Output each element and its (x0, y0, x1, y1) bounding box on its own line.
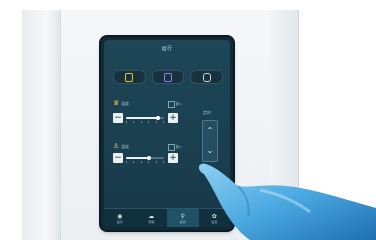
control-1-value: 0~ (168, 101, 182, 108)
mode-selector (113, 70, 224, 84)
control-2-label: 湿度 (121, 144, 129, 149)
cup-icon (202, 72, 211, 82)
control-1-slider[interactable] (126, 116, 164, 120)
screen-title: 运行 (161, 46, 173, 52)
mode-2-button[interactable] (151, 70, 185, 84)
square-icon (164, 72, 172, 82)
nav-item-3-label: 模式 (179, 219, 186, 224)
control-1-minus-button[interactable]: − (113, 113, 123, 123)
control-2-value-text: 0~ (176, 144, 182, 150)
control-2-value: 0~ (168, 144, 182, 151)
nav-item-2[interactable]: ☁ 智能 (136, 209, 168, 227)
control-1-label: 温度 (121, 101, 129, 106)
value-box-icon (168, 101, 175, 108)
anchor-icon: ⚓ (113, 142, 120, 150)
cloud-icon: ☁ (148, 212, 155, 220)
gloved-hand (198, 163, 376, 240)
control-1-slider-fill (126, 117, 159, 119)
control-2-plus-button[interactable]: + (168, 153, 178, 163)
faucet-icon: ⚲ (180, 212, 185, 220)
control-1-value-text: 0~ (176, 101, 182, 107)
moon-icon (125, 72, 134, 82)
up-down-stepper: ⌃ ⌄ (202, 120, 218, 162)
mode-1-button[interactable] (113, 70, 146, 84)
control-2-ticks (126, 161, 164, 165)
control-2-slider[interactable] (126, 156, 164, 160)
control-2-slider-fill (126, 157, 149, 159)
side-label: 定时 (203, 110, 211, 115)
nav-item-1[interactable]: ◉ 运行 (104, 209, 136, 227)
nav-item-1-label: 运行 (116, 219, 123, 224)
chevron-down-icon[interactable]: ⌄ (203, 147, 217, 155)
eye-icon: ◉ (117, 212, 123, 220)
cabinet-left-panel (22, 10, 63, 240)
control-1-plus-button[interactable]: + (168, 113, 178, 123)
value-box-icon (168, 144, 175, 151)
control-1-ticks (126, 121, 164, 125)
chevron-up-icon[interactable]: ⌃ (203, 127, 217, 135)
nav-item-2-label: 智能 (148, 219, 155, 224)
mode-3-button[interactable] (190, 70, 224, 84)
control-1-slider-knob[interactable] (156, 116, 161, 120)
crown-icon: ♛ (113, 99, 120, 107)
control-2-slider-knob[interactable] (146, 156, 151, 160)
control-2-minus-button[interactable]: − (113, 153, 123, 163)
